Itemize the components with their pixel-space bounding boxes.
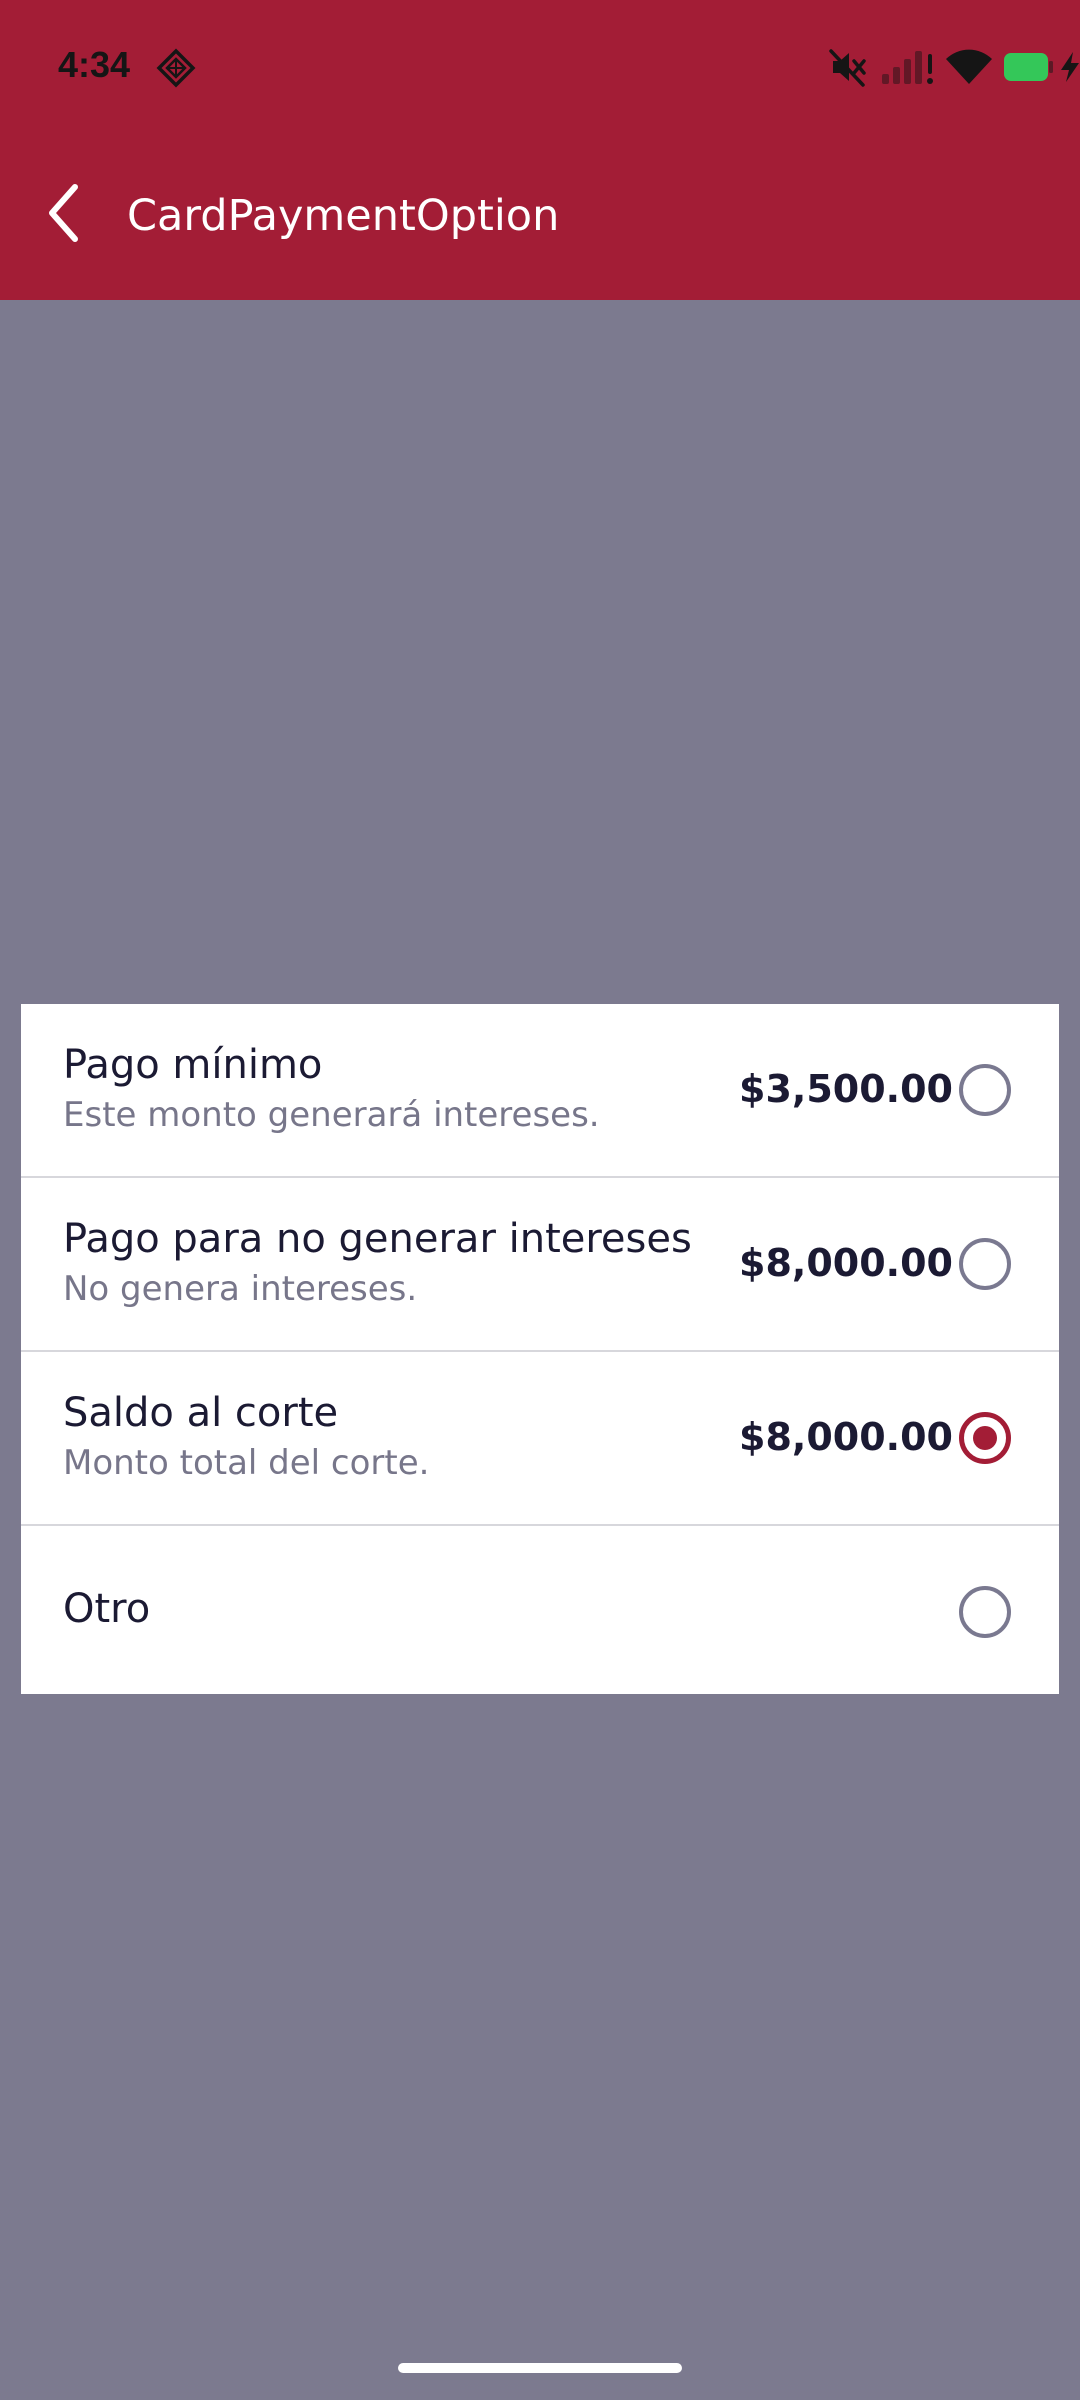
app-screen: 4:34 CardPaymentOption Pago mínimo Este …	[0, 0, 1080, 2400]
signal-icon	[880, 40, 938, 94]
radio-button[interactable]	[959, 1064, 1011, 1116]
option-title: Pago mínimo	[63, 1042, 323, 1088]
diamond-app-icon	[156, 48, 196, 88]
status-icons	[740, 40, 1080, 94]
status-time: 4:34	[58, 44, 131, 85]
radio-button[interactable]	[959, 1586, 1011, 1638]
option-amount: $3,500.00	[739, 1067, 953, 1111]
wifi-icon	[942, 40, 996, 94]
option-statement-balance[interactable]: Saldo al corte Monto total del corte. $8…	[21, 1352, 1059, 1526]
payment-options-list: Pago mínimo Este monto generará interese…	[21, 1004, 1059, 1694]
option-title: Saldo al corte	[63, 1390, 339, 1436]
option-no-interest-payment[interactable]: Pago para no generar intereses No genera…	[21, 1178, 1059, 1352]
radio-button[interactable]	[959, 1238, 1011, 1290]
home-indicator[interactable]	[398, 2363, 682, 2373]
back-button[interactable]	[36, 180, 92, 250]
option-amount: $8,000.00	[739, 1415, 953, 1459]
mute-icon	[825, 40, 869, 94]
option-title: Otro	[63, 1586, 151, 1632]
option-minimum-payment[interactable]: Pago mínimo Este monto generará interese…	[21, 1004, 1059, 1178]
chevron-left-icon	[44, 182, 84, 248]
option-title: Pago para no generar intereses	[63, 1216, 692, 1262]
option-amount: $8,000.00	[739, 1241, 953, 1285]
option-other[interactable]: Otro	[21, 1526, 1059, 1694]
option-subtitle: Monto total del corte.	[63, 1443, 430, 1483]
app-header: 4:34 CardPaymentOption	[0, 0, 1080, 300]
charging-icon	[1058, 40, 1080, 94]
battery-icon	[1002, 40, 1056, 94]
option-subtitle: No genera intereses.	[63, 1269, 418, 1309]
page-title: CardPaymentOption	[127, 191, 560, 241]
option-subtitle: Este monto generará intereses.	[63, 1095, 600, 1135]
radio-button-selected[interactable]	[959, 1412, 1011, 1464]
